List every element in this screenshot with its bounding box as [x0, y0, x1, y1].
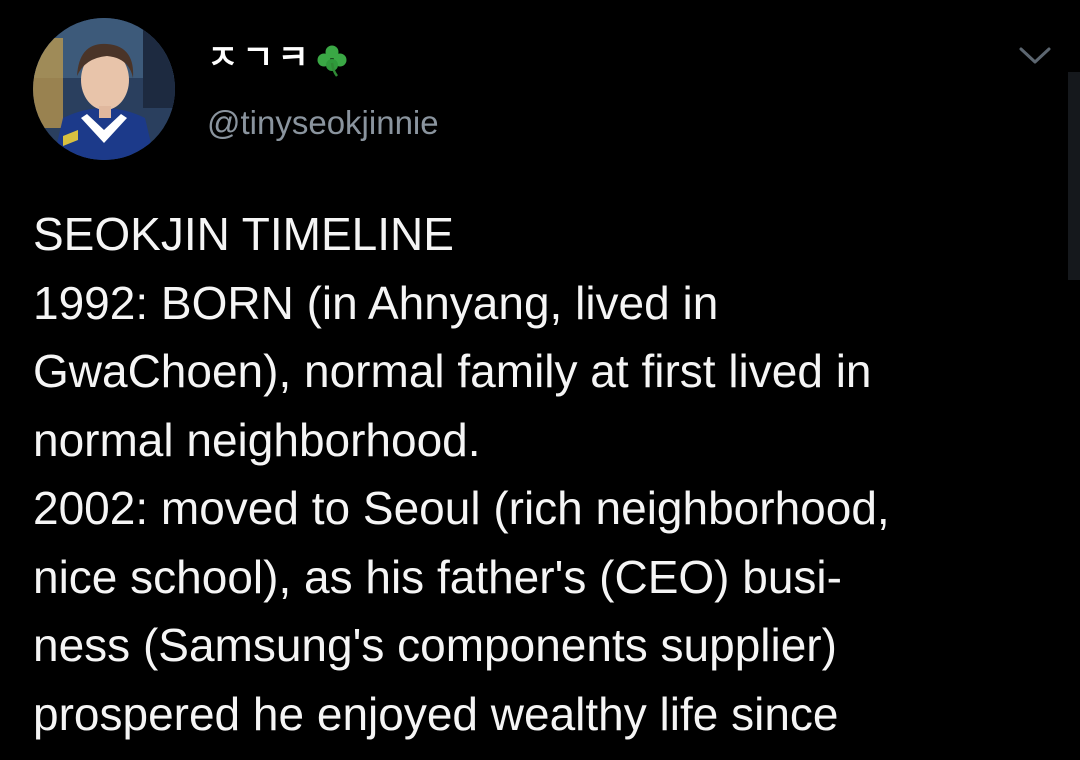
tweet-text-line: 2002: moved to Seoul (rich neighborhood,	[33, 482, 890, 534]
avatar[interactable]	[33, 18, 175, 160]
display-name[interactable]: ㅈㄱㅋ	[207, 38, 349, 78]
avatar-image	[33, 18, 175, 160]
chevron-down-icon	[1019, 47, 1051, 64]
tweet-text-line: ness (Samsung's components supplier)	[33, 619, 837, 671]
tweet-text-line: prospered he enjoyed wealthy life since	[33, 687, 839, 740]
tweet-text-line: 1992: BORN (in Ahnyang, lived in	[33, 276, 719, 329]
user-handle[interactable]: @tinyseokjinnie	[207, 103, 439, 143]
scrollbar[interactable]	[1068, 72, 1080, 280]
display-name-text: ㅈㄱㅋ	[207, 39, 313, 77]
tweet-menu-button[interactable]	[1014, 38, 1056, 74]
tweet-text-line: normal neighborhood.	[33, 413, 481, 466]
tweet-text: SEOKJIN TIMELINE 1992: BORN (in Ahnyang,…	[33, 200, 1053, 748]
tweet-text-line: nice school), as his father's (CEO) busi…	[33, 550, 842, 603]
tweet: ㅈㄱㅋ @tinyseokjinnie SEOKJIN TIMELINE 199…	[0, 0, 1080, 760]
clover-icon	[317, 45, 347, 77]
tweet-text-line: GwaChoen), normal family at first lived …	[33, 345, 872, 397]
tweet-text-line: SEOKJIN TIMELINE	[33, 208, 454, 260]
